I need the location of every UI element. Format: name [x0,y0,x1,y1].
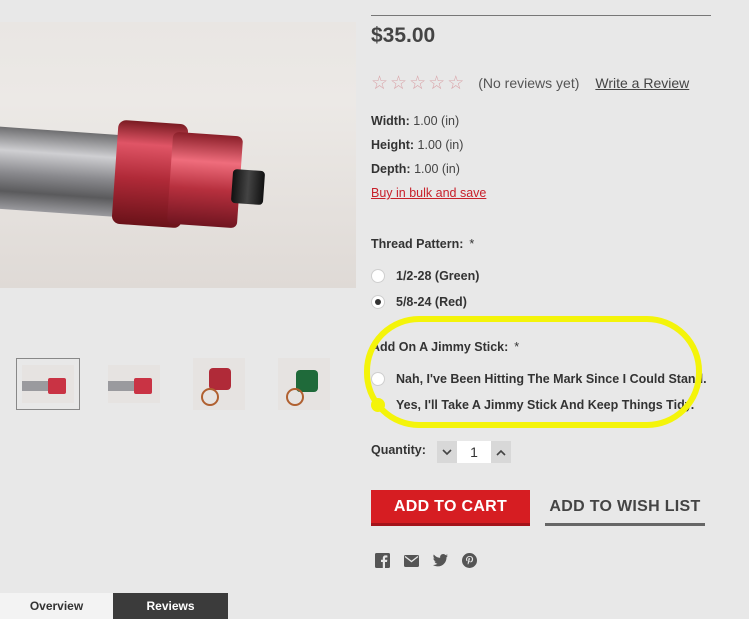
pinterest-icon[interactable] [462,553,477,568]
thread-option-red[interactable]: 5/8-24 (Red) [371,293,467,311]
jimmy-option-no[interactable]: Nah, I've Been Hitting The Mark Since I … [371,370,707,388]
quantity-label: Quantity: [371,443,426,457]
radio-button[interactable] [371,295,385,309]
spec-label: Height: [371,138,415,152]
product-price: $35.00 [371,24,436,47]
share-icons [375,553,477,568]
star-icon: ☆ [371,72,389,94]
radio-label: Nah, I've Been Hitting The Mark Since I … [396,372,707,386]
spec-label: Width: [371,114,410,128]
radio-label: Yes, I'll Take A Jimmy Stick And Keep Th… [396,398,695,412]
chevron-up-icon[interactable] [491,441,511,463]
twitter-icon[interactable] [433,553,448,568]
product-main-image [0,22,356,288]
product-thumbnail-3[interactable] [192,358,246,410]
chevron-down-icon[interactable] [437,441,457,463]
thread-pattern-label: Thread Pattern: * [371,237,474,251]
quantity-input[interactable] [457,441,491,463]
star-icon: ☆ [428,72,446,94]
radio-label: 5/8-24 (Red) [396,295,467,309]
star-icon: ☆ [409,72,427,94]
required-mark: * [514,340,520,354]
radio-button[interactable] [371,398,385,412]
option-label-text: Thread Pattern: [371,237,464,251]
rating-row: ☆ ☆ ☆ ☆ ☆ (No reviews yet) Write a Revie… [371,73,689,93]
radio-label: 1/2-28 (Green) [396,269,480,283]
spec-value: 1.00 (in) [414,162,460,176]
star-icon: ☆ [447,72,465,94]
spec-value: 1.00 (in) [413,114,460,128]
radio-button[interactable] [371,372,385,386]
radio-button[interactable] [371,269,385,283]
tab-overview[interactable]: Overview [0,593,113,619]
add-to-cart-button[interactable]: ADD TO CART [371,490,530,526]
spec-height: Height: 1.00 (in) [371,138,463,152]
spec-depth: Depth: 1.00 (in) [371,162,460,176]
jimmy-stick-label: Add On A Jimmy Stick: * [371,340,519,354]
quantity-stepper [437,441,511,463]
spec-label: Depth: [371,162,411,176]
thread-option-green[interactable]: 1/2-28 (Green) [371,267,479,285]
spec-value: 1.00 (in) [417,138,464,152]
jimmy-option-yes[interactable]: Yes, I'll Take A Jimmy Stick And Keep Th… [371,396,694,414]
email-icon[interactable] [404,553,419,568]
product-thumbnail-2[interactable] [107,358,161,410]
product-thumbnail-4[interactable] [277,358,331,410]
tab-reviews[interactable]: Reviews [113,593,228,619]
title-divider [371,15,711,16]
product-thumbnail-1[interactable] [16,358,80,410]
star-icon: ☆ [390,72,408,94]
facebook-icon[interactable] [375,553,390,568]
bulk-pricing-link[interactable]: Buy in bulk and save [371,186,486,200]
spec-width: Width: 1.00 (in) [371,114,459,128]
write-review-link[interactable]: Write a Review [595,75,689,91]
required-mark: * [469,237,475,251]
option-label-text: Add On A Jimmy Stick: [371,340,509,354]
no-reviews-text: (No reviews yet) [478,75,580,91]
rating-stars: ☆ ☆ ☆ ☆ ☆ [371,74,464,93]
add-to-wish-list-button[interactable]: ADD TO WISH LIST [545,490,705,526]
